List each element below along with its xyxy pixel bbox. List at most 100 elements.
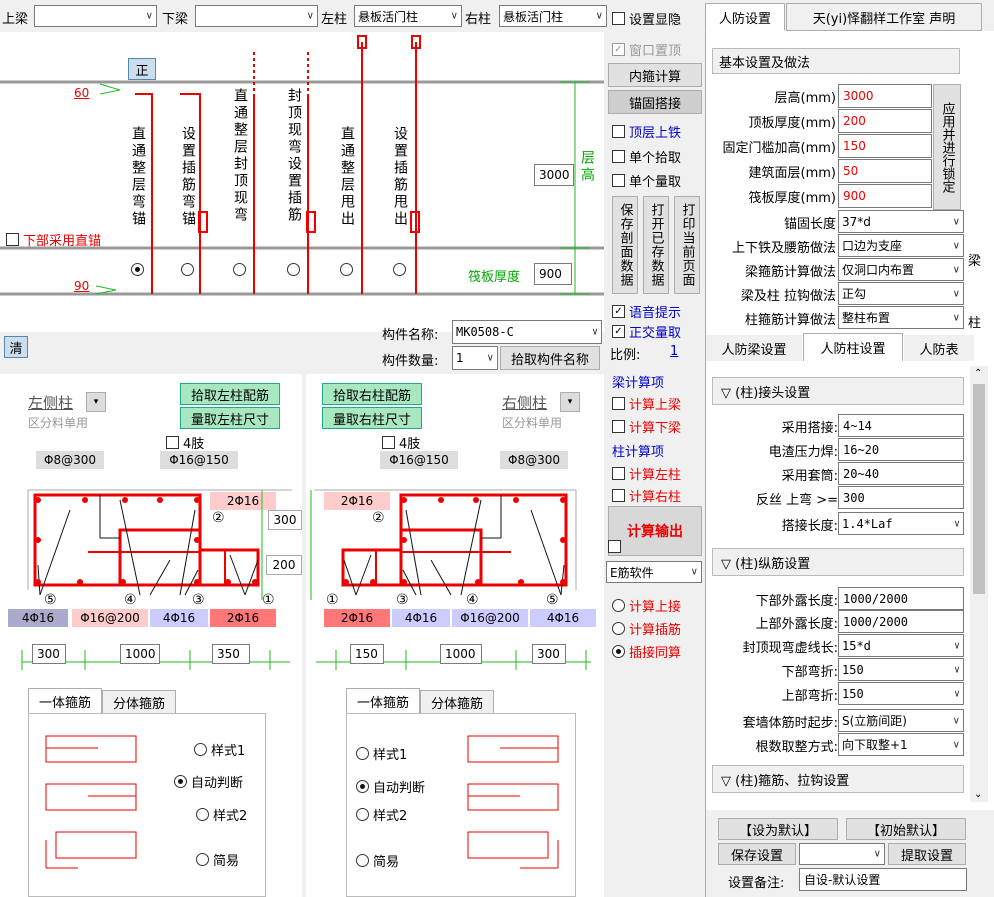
software-select[interactable]: E筋软件 ∨: [606, 561, 702, 583]
left-width-2[interactable]: 1000: [120, 644, 160, 664]
clear-button[interactable]: 清: [4, 336, 28, 358]
section-joint[interactable]: ▽ (柱)接头设置: [712, 377, 964, 405]
left-auto-radio[interactable]: 自动判断: [174, 772, 243, 791]
left-tab-integral[interactable]: 一体箍筋: [28, 688, 102, 714]
scrollbar[interactable]: ⌃ ⌄: [970, 366, 988, 802]
option-radio-4[interactable]: [287, 263, 304, 276]
tab-rf-col[interactable]: 人防柱设置: [803, 333, 903, 361]
section-longitudinal[interactable]: ▽ (柱)纵筋设置: [712, 548, 964, 576]
option-radio-1[interactable]: [131, 263, 148, 276]
settings-note-field[interactable]: 自设-默认设置: [799, 868, 967, 891]
param-input-3[interactable]: 150: [838, 134, 932, 158]
apply-lock-button[interactable]: 应用并进行锁定: [933, 84, 961, 210]
beam-down-select[interactable]: ∨: [195, 5, 318, 27]
right-style2-radio[interactable]: 样式2: [356, 805, 407, 824]
option-radio-3[interactable]: [233, 263, 250, 276]
component-count-select[interactable]: 1 ∨: [452, 346, 498, 370]
left-width-1[interactable]: 300: [32, 644, 66, 664]
scroll-thumb[interactable]: [973, 384, 985, 594]
right-simple-radio[interactable]: 简易: [356, 851, 399, 870]
calc-right-col-checkbox[interactable]: 计算右柱: [612, 486, 681, 505]
component-name-select[interactable]: MK0508-C ∨: [452, 320, 602, 344]
method-select-4[interactable]: 正勾 ∨: [838, 282, 964, 305]
calc-insert-radio[interactable]: 计算插筋: [612, 619, 681, 638]
voice-checkbox[interactable]: ✓ 语音提示: [612, 302, 681, 321]
right-col-dropdown[interactable]: ▾: [560, 392, 580, 412]
calc-output-checkbox[interactable]: [608, 540, 625, 553]
calc-left-col-checkbox[interactable]: 计算左柱: [612, 464, 681, 483]
param-input-1[interactable]: 3000: [838, 84, 932, 108]
param-input-5[interactable]: 900: [838, 184, 932, 208]
measure-left-col-button[interactable]: 量取左柱尺寸: [180, 407, 280, 429]
anchor-lap-button[interactable]: 锚固搭接: [608, 90, 702, 114]
measure-right-col-button[interactable]: 量取右柱尺寸: [322, 407, 422, 429]
long-input-1[interactable]: 1000/2000: [838, 587, 964, 610]
get-settings-button[interactable]: 提取设置: [888, 843, 966, 865]
beam-up-select[interactable]: ∨: [34, 5, 157, 27]
inner-stirrup-calc-button[interactable]: 内箍计算: [608, 63, 702, 87]
single-pick-checkbox[interactable]: 单个拾取: [612, 147, 681, 166]
right-tab-integral[interactable]: 一体箍筋: [346, 688, 420, 714]
option-radio-6[interactable]: [393, 263, 410, 276]
show-hide-checkbox[interactable]: 设置显隐: [612, 9, 681, 28]
bottom-straight-checkbox[interactable]: 下部采用直锚: [6, 230, 101, 249]
ortho-checkbox[interactable]: ✓ 正交量取: [612, 322, 681, 341]
raft-thickness-field[interactable]: 900: [534, 263, 572, 285]
calc-up-connect-radio[interactable]: 计算上接: [612, 596, 681, 615]
left-four-legs-checkbox[interactable]: 4肢: [166, 433, 204, 452]
left-tab-split[interactable]: 分体箍筋: [102, 690, 176, 714]
right-tab-split[interactable]: 分体箍筋: [420, 690, 494, 714]
right-width-3[interactable]: 300: [532, 644, 566, 664]
pick-component-name-button[interactable]: 拾取构件名称: [500, 346, 600, 370]
single-measure-checkbox[interactable]: 单个量取: [612, 171, 681, 190]
col-right-select[interactable]: 悬板活门柱 ∨: [499, 5, 607, 27]
param-input-4[interactable]: 50: [838, 159, 932, 183]
right-style1-radio[interactable]: 样式1: [356, 744, 407, 763]
joint-input-1[interactable]: 4~14: [838, 414, 964, 437]
left-col-dropdown[interactable]: ▾: [86, 392, 106, 412]
tab-rf-table[interactable]: 人防表: [904, 335, 974, 361]
settings-preset-select[interactable]: ∨: [799, 843, 885, 865]
right-four-legs-checkbox[interactable]: 4肢: [382, 433, 420, 452]
pick-right-col-rebar-button[interactable]: 拾取右柱配筋: [322, 383, 422, 405]
param-input-2[interactable]: 200: [838, 109, 932, 133]
save-section-button[interactable]: 保存剖面数据: [612, 196, 638, 294]
floor-height-field[interactable]: 3000: [534, 164, 574, 186]
lap-length-select[interactable]: 1.4*Laf ∨: [838, 512, 964, 535]
tab-rf-settings[interactable]: 人防设置: [705, 3, 785, 31]
pick-left-col-rebar-button[interactable]: 拾取左柱配筋: [180, 383, 280, 405]
print-page-button[interactable]: 打印当前页面: [674, 196, 700, 294]
method-select-2[interactable]: 口边为支座 ∨: [838, 234, 964, 257]
long-select-3[interactable]: 15*d ∨: [838, 634, 964, 657]
joint-input-3[interactable]: 20~40: [838, 462, 964, 485]
left-style1-radio[interactable]: 样式1: [194, 740, 245, 759]
right-auto-radio[interactable]: 自动判断: [356, 777, 425, 796]
scale-value[interactable]: 1: [670, 344, 678, 359]
method-select-5[interactable]: 整柱布置 ∨: [838, 306, 964, 329]
save-settings-button[interactable]: 保存设置: [718, 843, 796, 865]
option-radio-2[interactable]: [181, 263, 198, 276]
calc-down-beam-checkbox[interactable]: 计算下梁: [612, 417, 681, 436]
long-input-2[interactable]: 1000/2000: [838, 610, 964, 633]
long-select-5[interactable]: 150 ∨: [838, 682, 964, 705]
left-simple-radio[interactable]: 简易: [196, 850, 239, 869]
insert-same-radio[interactable]: 插接同算: [612, 642, 681, 661]
open-saved-button[interactable]: 打开已存数据: [643, 196, 669, 294]
tab-studio[interactable]: 天(yi)怿翻样工作室 声明: [786, 3, 982, 31]
calc-up-beam-checkbox[interactable]: 计算上梁: [612, 394, 681, 413]
joint-input-2[interactable]: 16~20: [838, 438, 964, 461]
long-select-4[interactable]: 150 ∨: [838, 658, 964, 681]
tab-rf-beam[interactable]: 人防梁设置: [706, 335, 802, 361]
init-default-button[interactable]: 【初始默认】: [846, 818, 966, 840]
long-select-6[interactable]: S(立筋间距) ∨: [838, 709, 964, 732]
left-width-3[interactable]: 350: [212, 644, 250, 664]
left-style2-radio[interactable]: 样式2: [196, 805, 247, 824]
long-select-7[interactable]: 向下取整+1 ∨: [838, 733, 964, 756]
option-radio-5[interactable]: [340, 263, 357, 276]
joint-input-4[interactable]: 300: [838, 486, 964, 509]
right-width-1[interactable]: 150: [350, 644, 384, 664]
method-select-1[interactable]: 37*d ∨: [838, 210, 964, 233]
top-iron-checkbox[interactable]: 顶层上铁: [612, 122, 681, 141]
col-left-select[interactable]: 悬板活门柱 ∨: [354, 5, 462, 27]
zheng-button[interactable]: 正: [128, 58, 156, 80]
